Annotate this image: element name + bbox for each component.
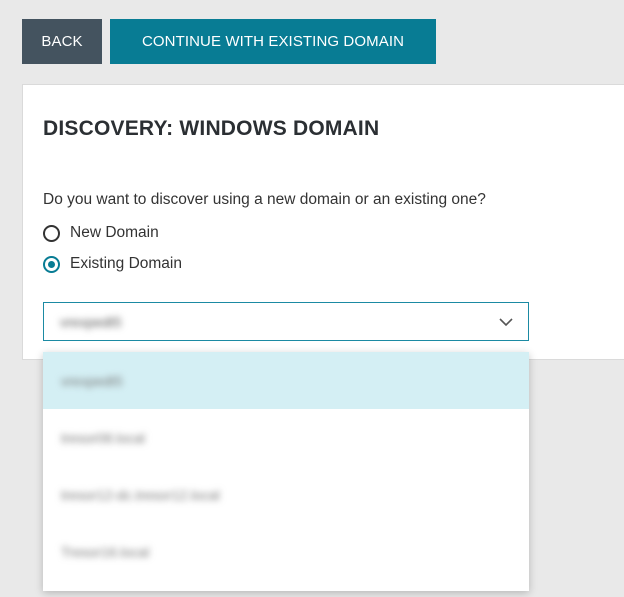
radio-existing-domain[interactable]: Existing Domain xyxy=(43,255,182,273)
dropdown-option-label: tresor12-dc.tresor12.local xyxy=(61,486,220,503)
dropdown-option-label: vrexpedt5 xyxy=(61,372,123,389)
dropdown-option-label: tresor08.local xyxy=(61,429,146,446)
domain-select-value: vrexpedt5 xyxy=(60,314,122,330)
radio-new-domain-label: New Domain xyxy=(70,224,159,241)
dropdown-option[interactable]: tresor12-dc.tresor12.local xyxy=(43,466,529,523)
page-title: DISCOVERY: WINDOWS DOMAIN xyxy=(43,117,380,140)
domain-select[interactable]: vrexpedt5 xyxy=(43,302,529,341)
domain-question: Do you want to discover using a new doma… xyxy=(43,191,486,208)
continue-with-existing-domain-button[interactable]: CONTINUE WITH EXISTING DOMAIN xyxy=(110,19,436,64)
dropdown-option[interactable]: tresor08.local xyxy=(43,409,529,466)
domain-dropdown-list: vrexpedt5 tresor08.local tresor12-dc.tre… xyxy=(43,352,529,591)
radio-checked-icon[interactable] xyxy=(43,255,60,273)
dropdown-option-label: Tresor16.local xyxy=(61,543,150,560)
toolbar: BACK CONTINUE WITH EXISTING DOMAIN xyxy=(22,19,436,64)
radio-unchecked-icon[interactable] xyxy=(43,224,60,242)
radio-new-domain[interactable]: New Domain xyxy=(43,224,159,242)
back-button[interactable]: BACK xyxy=(22,19,102,64)
radio-existing-domain-label: Existing Domain xyxy=(70,255,182,272)
chevron-down-icon[interactable] xyxy=(498,314,514,330)
dropdown-option[interactable]: Tresor16.local xyxy=(43,523,529,580)
dropdown-option[interactable]: vrexpedt5 xyxy=(43,352,529,409)
